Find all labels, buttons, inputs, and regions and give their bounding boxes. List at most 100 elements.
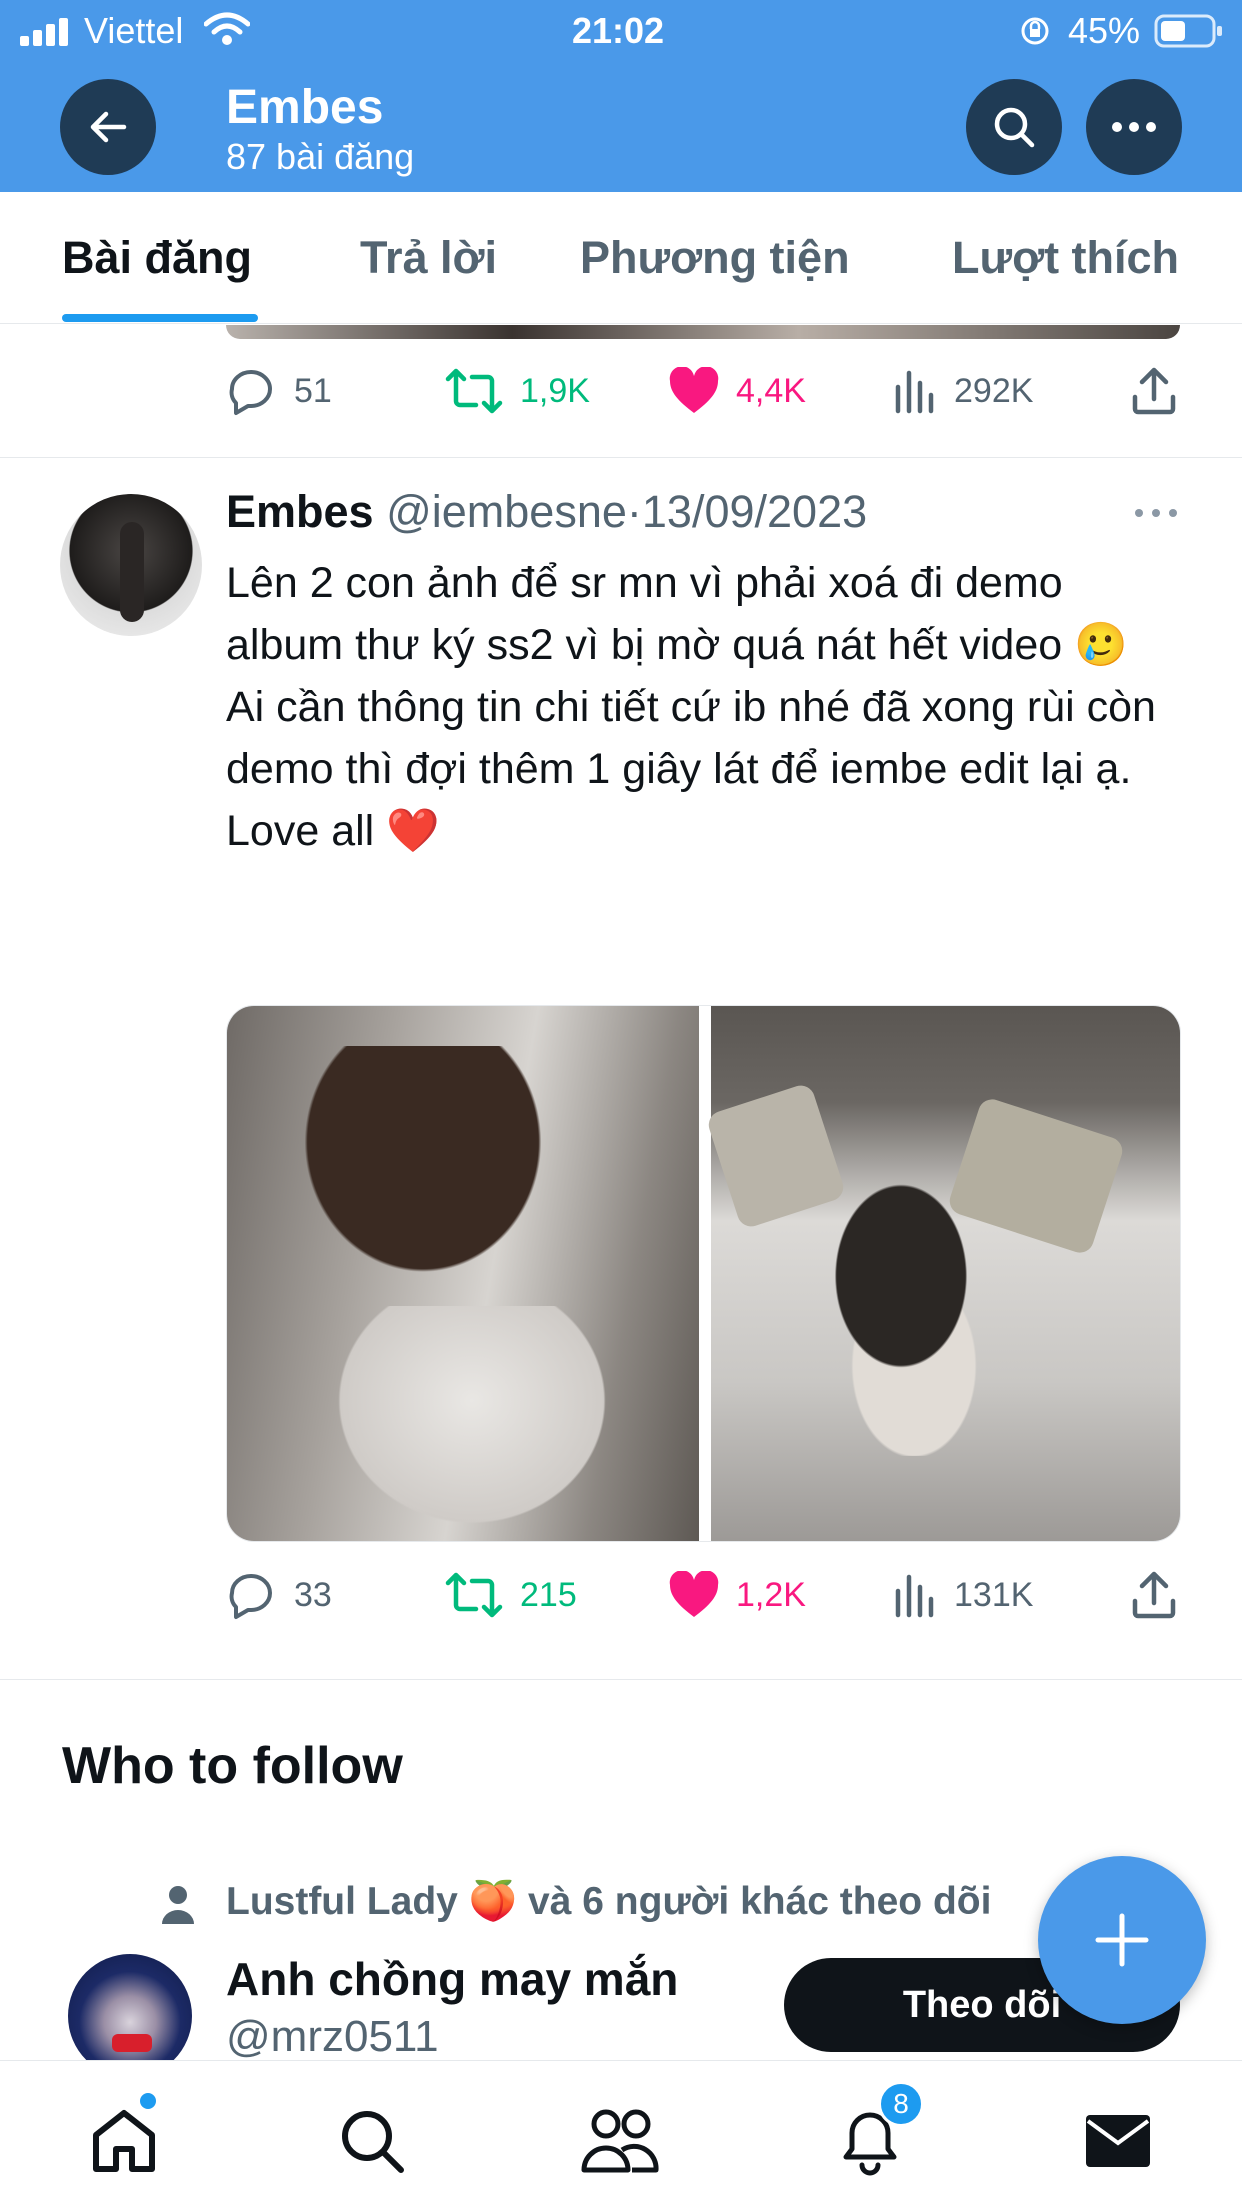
back-button[interactable] [60,79,156,175]
person-icon [160,1884,196,1929]
nav-notifications[interactable]: 8 [830,2081,924,2181]
bar-chart-icon [895,370,934,414]
suggestion-handle[interactable]: @mrz0511 [226,2012,439,2060]
nav-messages[interactable] [1078,2101,1158,2181]
like-button[interactable]: 4,4K [668,351,806,431]
reply-button[interactable]: 51 [226,351,332,431]
view-count: 131K [954,1575,1034,1614]
retweet-icon [445,368,503,414]
share-icon [1132,367,1176,415]
wifi-icon [203,12,251,51]
home-icon [93,2110,155,2172]
nav-communities[interactable] [580,2101,660,2181]
share-icon [1132,1571,1176,1619]
media-gutter [699,1006,711,1541]
battery-percent: 45% [1068,10,1141,51]
tab-posts[interactable]: Bài đăng [62,232,252,284]
suggestion-avatar-wrap[interactable] [66,1952,194,2060]
tweet-text-line2: Ai cần thông tin chi tiết cứ ib nhé đã x… [226,683,1168,793]
search-button[interactable] [966,79,1062,175]
status-bar: Viettel 21:02 45% [0,0,1242,62]
more-button[interactable] [1086,79,1182,175]
tweet-text-line1: Lên 2 con ảnh để sr mn vì phải xoá đi de… [226,559,1075,669]
retweet-button[interactable]: 1,9K [444,351,590,431]
clock: 21:02 [572,10,665,51]
tweet-media-image-1[interactable] [227,1006,699,1541]
heart-filled-icon [669,367,719,413]
nav-home[interactable] [84,2093,164,2181]
tweet-actions: 33 215 1,2K 131K [0,1555,1242,1635]
compose-tweet-button[interactable] [1038,1856,1206,2024]
battery-icon [1154,14,1224,53]
tweet-header: Embes @iembesne·13/09/2023 [226,486,867,538]
profile-header: Embes 87 bài đăng [0,62,1242,192]
follow-button-label: Theo dõi [902,1983,1062,2026]
heart-filled-icon [669,1571,719,1617]
tweet-more-button[interactable] [1134,506,1178,524]
reply-count: 51 [294,371,332,410]
tab-active-indicator [62,314,258,322]
views-button[interactable]: 292K [894,351,1033,431]
who-to-follow-title: Who to follow [62,1737,403,1795]
rotation-lock-icon [1020,16,1050,51]
avatar-detail [112,2034,152,2052]
tweet-meta-separator: · [626,486,642,537]
tweet-divider [0,457,1242,458]
tweet-author-name[interactable]: Embes [226,486,374,537]
retweet-count: 1,9K [520,371,590,410]
home-unread-dot [140,2093,156,2109]
carrier-name: Viettel [84,10,184,51]
tab-media[interactable]: Phương tiện [580,232,850,284]
tweet-text-line3: Love all [226,807,375,855]
previous-tweet-actions: 51 1,9K 4,4K 292K [0,351,1242,431]
social-context: Lustful Lady 🍑 và 6 người khác theo dõi [226,1880,992,1923]
header-title: Embes [226,81,384,134]
reply-icon [229,370,272,415]
communities-icon [581,2109,659,2173]
mail-icon [1086,2115,1150,2167]
like-count: 1,2K [736,1575,806,1614]
search-icon [342,2111,404,2173]
tweet-media-grid [226,1005,1181,1542]
bottom-nav: 8 [0,2060,1242,2208]
arrow-left-icon [90,111,127,143]
view-count: 292K [954,371,1034,410]
reply-button[interactable]: 33 [226,1555,332,1635]
tweet-divider [0,1679,1242,1680]
nav-search[interactable] [332,2101,412,2181]
share-button[interactable] [1130,351,1178,431]
more-horizontal-icon [1135,509,1177,517]
photo-subject [771,1156,1031,1456]
retweet-icon [445,1572,503,1618]
views-button[interactable]: 131K [894,1555,1033,1635]
tweet-media-image-2[interactable] [705,1006,1180,1541]
suggestion-name[interactable]: Anh chồng may mắn [226,1952,678,2006]
like-count: 4,4K [736,371,806,410]
red-heart-emoji: ❤️ [386,807,440,855]
plus-icon [1095,1913,1149,1967]
more-horizontal-icon [1112,122,1156,132]
search-icon [994,107,1035,148]
reply-count: 33 [294,1575,332,1614]
bar-chart-icon [895,1574,934,1618]
notifications-badge: 8 [878,2081,924,2127]
tweet-author-avatar[interactable] [60,494,202,636]
previous-tweet-image[interactable] [226,325,1180,339]
share-button[interactable] [1130,1555,1178,1635]
signal-icon [20,16,72,51]
tweet-author-handle[interactable]: @iembesne [386,486,627,537]
reply-icon [229,1574,272,1619]
avatar-figure [120,522,144,622]
header-subtitle: 87 bài đăng [226,136,415,177]
tweet-text: Lên 2 con ảnh để sr mn vì phải xoá đi de… [226,552,1186,862]
photo-subject-body [317,1306,627,1541]
tab-likes[interactable]: Lượt thích [952,232,1179,284]
crying-face-emoji: 🥲 [1074,621,1128,669]
retweet-button[interactable]: 215 [444,1555,577,1635]
retweet-count: 215 [520,1575,577,1614]
profile-tabs: Bài đăng Trả lời Phương tiện Lượt thích [0,192,1242,324]
tab-replies[interactable]: Trả lời [360,232,497,284]
like-button[interactable]: 1,2K [668,1555,806,1635]
tweet-date[interactable]: 13/09/2023 [642,486,867,537]
suggestion-avatar [68,1954,192,2060]
